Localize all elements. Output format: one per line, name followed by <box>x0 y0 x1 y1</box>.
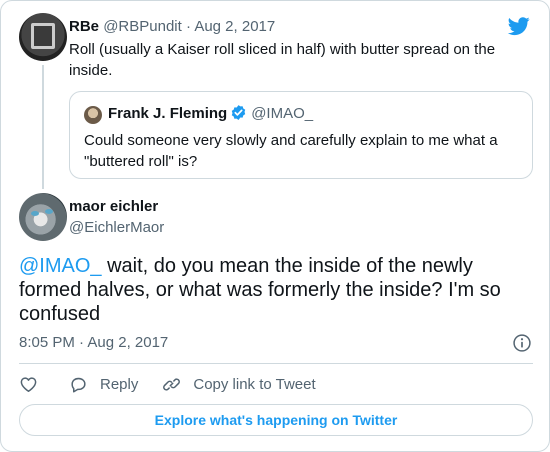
parent-author-name[interactable]: RBe <box>69 18 99 35</box>
tweet-embed-card: RBe @RBPundit · Aug 2, 2017 Roll (usuall… <box>0 0 550 452</box>
quoted-tweet[interactable]: Frank J. Fleming @IMAO_ Could someone ver… <box>69 91 533 179</box>
header-separator: · <box>185 18 191 35</box>
heart-icon <box>20 376 37 392</box>
speech-bubble-icon <box>71 377 86 393</box>
mention-link[interactable]: @IMAO_ <box>19 255 102 277</box>
parent-tweet-header: RBe @RBPundit · Aug 2, 2017 <box>69 17 275 37</box>
parent-tweet-date[interactable]: Aug 2, 2017 <box>194 18 275 35</box>
main-author-name[interactable]: maor eichler <box>69 197 158 217</box>
verified-badge-icon <box>231 105 246 120</box>
parent-author-handle[interactable]: @RBPundit <box>103 18 182 35</box>
quoted-tweet-text: Could someone very slowly and carefully … <box>84 132 498 170</box>
thread-connector-line <box>42 65 44 189</box>
info-icon[interactable] <box>512 333 532 353</box>
reply-label: Reply <box>100 375 139 393</box>
copy-link-label: Copy link to Tweet <box>193 375 316 393</box>
reply-button[interactable]: Reply <box>69 373 138 395</box>
tweet-timestamp[interactable]: 8:05 PM · Aug 2, 2017 <box>19 333 168 353</box>
quoted-avatar <box>84 106 102 124</box>
parent-avatar[interactable] <box>19 13 67 61</box>
parent-tweet-text: Roll (usually a Kaiser roll sliced in ha… <box>69 41 496 79</box>
link-icon <box>163 377 181 391</box>
main-avatar[interactable] <box>19 193 67 241</box>
quoted-author-handle: @IMAO_ <box>251 105 314 122</box>
main-tweet-text: @IMAO_ wait, do you mean the inside of t… <box>19 254 531 326</box>
quoted-author-name: Frank J. Fleming <box>108 105 228 122</box>
actions-divider <box>19 363 533 364</box>
explore-twitter-button[interactable]: Explore what's happening on Twitter <box>19 404 533 436</box>
main-author-handle[interactable]: @EichlerMaor <box>69 218 164 238</box>
copy-link-button[interactable]: Copy link to Tweet <box>162 373 316 395</box>
twitter-bird-icon[interactable] <box>507 15 531 37</box>
quoted-tweet-header: Frank J. Fleming @IMAO_ <box>108 104 313 124</box>
like-button[interactable] <box>19 373 38 395</box>
tweet-actions-bar: Reply Copy link to Tweet <box>19 373 316 395</box>
